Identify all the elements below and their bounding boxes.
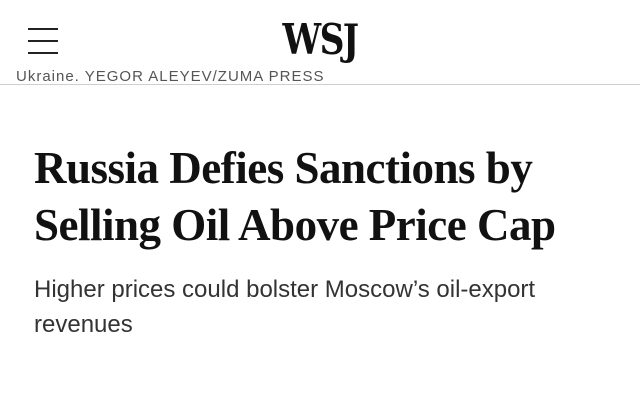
hamburger-menu-icon bbox=[28, 52, 58, 54]
hamburger-menu-icon bbox=[28, 28, 58, 30]
photo-credit: Ukraine. YEGOR ALEYEV/ZUMA PRESS bbox=[16, 70, 325, 85]
hamburger-menu-icon bbox=[28, 40, 58, 42]
article-headline: Russia Defies Sanctions by Selling Oil A… bbox=[34, 143, 556, 250]
article-subheadline: Higher prices could bolster Moscow’s oil… bbox=[34, 276, 536, 338]
header-divider bbox=[0, 84, 640, 85]
article-page: WSJ Ukraine. YEGOR ALEYEV/ZUMA PRESS Rus… bbox=[0, 0, 640, 410]
wsj-logo[interactable]: WSJ bbox=[58, 14, 583, 66]
photo-caption-area: Ukraine. YEGOR ALEYEV/ZUMA PRESS bbox=[0, 70, 640, 85]
